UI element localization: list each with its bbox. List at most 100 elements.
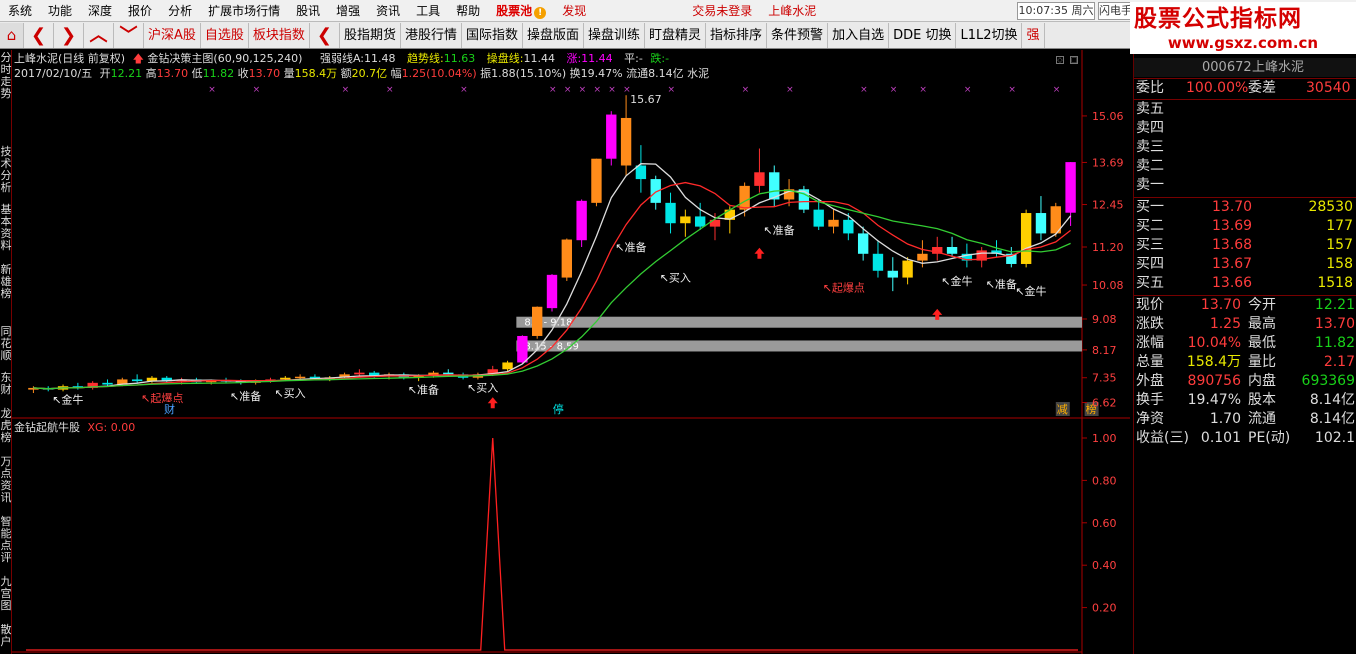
indicator-name[interactable]: 金钻决策主图(60,90,125,240) xyxy=(147,52,302,65)
stat-value: 13.70 xyxy=(1200,297,1241,313)
tab-intl-index[interactable]: 国际指数 xyxy=(462,22,523,48)
tab-condition-alert[interactable]: 条件预警 xyxy=(767,22,829,48)
maximize-icon[interactable]: □ xyxy=(1070,56,1078,64)
signal-label: ↖金牛 xyxy=(941,274,972,288)
stat-value: 13.70 xyxy=(1314,316,1355,332)
sell-row[interactable]: 卖四 xyxy=(1134,119,1356,138)
back-arrow-icon[interactable]: ❮ xyxy=(24,22,54,48)
tab-indicator-rank[interactable]: 指标排序 xyxy=(706,22,768,48)
menu-help[interactable]: 帮助 xyxy=(448,0,488,22)
menu-depth[interactable]: 深度 xyxy=(80,0,120,22)
sub-axis-label: 1.00 xyxy=(1092,432,1117,445)
home-icon[interactable]: ⌂ xyxy=(0,22,24,48)
buy-row[interactable]: 买三 13.68 157 xyxy=(1134,236,1356,255)
sub-indicator-name[interactable]: 金钻起航牛股 xyxy=(14,421,80,434)
signal-x-marker: × xyxy=(549,85,557,95)
stat-value: 11.82 xyxy=(1314,335,1355,351)
side-tab-intraday[interactable]: 分时走势 xyxy=(0,52,12,100)
candle-body xyxy=(680,216,691,224)
sell-row[interactable]: 卖五 xyxy=(1134,100,1356,119)
amount-label: 额 xyxy=(340,67,352,80)
site-logo: 股票公式指标网 www.gsxz.com.cn xyxy=(1130,2,1356,54)
sub-indicator-xg: XG: 0.00 xyxy=(87,421,136,434)
side-tab-nine-grid[interactable]: 九宫图 xyxy=(0,576,12,612)
sell-row[interactable]: 卖三 xyxy=(1134,138,1356,157)
candle-body xyxy=(1035,213,1047,234)
candle-body xyxy=(694,216,706,227)
candle-body xyxy=(843,219,854,234)
signal-x-marker: × xyxy=(890,85,898,95)
tab-watchlist[interactable]: 自选股 xyxy=(201,22,249,48)
price-axis-label: 7.35 xyxy=(1092,372,1117,385)
stat-value: 10.04% xyxy=(1187,335,1241,351)
buy-row[interactable]: 买四 13.67 158 xyxy=(1134,255,1356,274)
menu-analysis[interactable]: 分析 xyxy=(160,0,200,22)
side-tab-fundamentals[interactable]: 基本资料 xyxy=(0,204,12,252)
chart-stock-title: 上峰水泥(日线 前复权) xyxy=(14,52,126,65)
tab-index-futures[interactable]: 股指期货 xyxy=(340,22,401,48)
signal-x-marker: × xyxy=(593,85,601,95)
stat-row: 涨跌 1.25 最高 13.70 xyxy=(1134,315,1356,334)
tab-shsz-a[interactable]: 沪深A股 xyxy=(144,22,201,48)
forward-arrow-icon[interactable]: ❯ xyxy=(54,22,84,48)
side-tab-dragon-tiger[interactable]: 龙虎榜 xyxy=(0,408,12,444)
menu-quote[interactable]: 报价 xyxy=(120,0,160,22)
close-label: 收 xyxy=(237,67,249,80)
up-arrow-icon[interactable]: ︿ xyxy=(84,22,114,48)
sell-row[interactable]: 卖一 xyxy=(1134,176,1356,195)
sell-label: 卖三 xyxy=(1136,139,1164,155)
buy-label: 买二 xyxy=(1136,218,1164,234)
trade-status[interactable]: 交易未登录 xyxy=(684,0,760,22)
side-tab-retail[interactable]: 散户 xyxy=(0,624,12,648)
tab-trading-layout[interactable]: 操盘版面 xyxy=(523,22,584,48)
rise-value: 11.44 xyxy=(581,52,613,65)
menu-stock-news[interactable]: 股讯 xyxy=(288,0,328,22)
l1l2-toggle-button[interactable]: L1L2切换 xyxy=(956,22,1023,48)
tab-sector-index[interactable]: 板块指数 xyxy=(249,22,310,48)
open-value: 12.21 xyxy=(110,67,143,80)
stat-value: 12.21 xyxy=(1314,297,1355,313)
dde-toggle-button[interactable]: DDE 切换 xyxy=(889,22,957,48)
side-tab-news[interactable]: 万点资讯 xyxy=(0,456,12,504)
side-tab-smart-review[interactable]: 智能点评 xyxy=(0,516,12,564)
tab-strong[interactable]: 强 xyxy=(1022,22,1045,48)
side-tab-ths[interactable]: 同花顺 xyxy=(0,326,12,362)
menu-extended-market[interactable]: 扩展市场行情 xyxy=(200,0,288,22)
buy-row[interactable]: 买一 13.70 28530 xyxy=(1134,198,1356,217)
kline-chart[interactable]: 8.9 - 9.188.15 - 8.59 ↖金牛 ↖起爆点 ↖准备 ↖买入 ↖准备 ↖买… xyxy=(12,50,1130,654)
tab-hk-stocks[interactable]: 港股行情 xyxy=(401,22,462,48)
buy-price: 13.66 xyxy=(1212,275,1253,291)
restore-icon[interactable]: ◇ xyxy=(1056,56,1064,64)
buy-row[interactable]: 买五 13.66 1518 xyxy=(1134,274,1356,293)
menu-tools[interactable]: 工具 xyxy=(408,0,448,22)
candle-body xyxy=(102,382,113,385)
candle-body xyxy=(606,114,617,159)
candle-body xyxy=(591,158,602,203)
menu-info[interactable]: 资讯 xyxy=(368,0,408,22)
side-tab-technical[interactable]: 技术分析 xyxy=(0,146,12,194)
tab-market-monitor[interactable]: 盯盘精灵 xyxy=(645,22,707,48)
candle-body xyxy=(531,306,543,336)
weicha-value: 30540 xyxy=(1306,80,1351,96)
stat-label: 涨幅 xyxy=(1136,335,1164,351)
buy-row[interactable]: 买二 13.69 177 xyxy=(1134,217,1356,236)
stat-label: 流通 xyxy=(1248,411,1276,427)
stat-label: 股本 xyxy=(1248,392,1276,408)
buy-label: 买五 xyxy=(1136,275,1164,291)
down-arrow-icon[interactable]: ﹀ xyxy=(114,22,144,48)
menu-stock-pool[interactable]: 股票池! xyxy=(488,0,554,22)
event-mark-label: 减 xyxy=(1057,403,1068,416)
sell-row[interactable]: 卖二 xyxy=(1134,157,1356,176)
menu-discover[interactable]: 发现 xyxy=(554,0,594,22)
menu-function[interactable]: 功能 xyxy=(40,0,80,22)
prev-arrow-icon[interactable]: ❮ xyxy=(310,22,340,48)
side-tab-dongcai[interactable]: 东财 xyxy=(0,372,12,396)
tab-trading-training[interactable]: 操盘训练 xyxy=(584,22,646,48)
flash-trade-button[interactable]: 闪电手 xyxy=(1098,2,1132,20)
add-to-watchlist-button[interactable]: 加入自选 xyxy=(828,22,890,48)
side-tab-new-list[interactable]: 新雄榜 xyxy=(0,264,12,300)
volume-label: 量 xyxy=(283,67,295,80)
menu-enhance[interactable]: 增强 xyxy=(328,0,368,22)
candle-body xyxy=(754,172,765,186)
menu-system[interactable]: 系统 xyxy=(0,0,40,22)
